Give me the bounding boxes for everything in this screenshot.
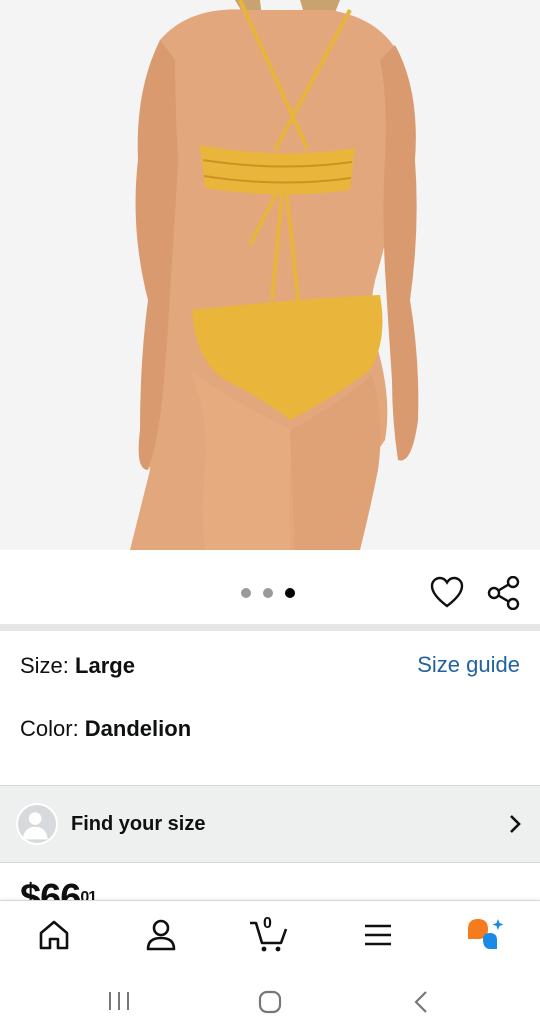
carousel-dots	[241, 588, 295, 598]
recent-apps-icon[interactable]	[106, 990, 132, 1012]
price-partial: $6601	[20, 880, 96, 902]
section-divider	[0, 624, 540, 631]
account-icon[interactable]	[141, 917, 181, 953]
menu-icon[interactable]	[357, 917, 397, 953]
product-photo	[0, 0, 540, 550]
product-image[interactable]	[0, 0, 540, 550]
selected-size: Size: Large	[20, 653, 135, 679]
carousel-dot[interactable]	[263, 588, 273, 598]
cart-count-badge: 0	[263, 915, 272, 932]
home-icon[interactable]	[34, 917, 74, 953]
color-value: Dandelion	[84, 716, 192, 741]
size-value: Large	[75, 653, 135, 678]
home-circle-icon[interactable]	[257, 990, 283, 1014]
system-navigation-bar	[0, 970, 540, 1034]
size-guide-link[interactable]: Size guide	[417, 652, 520, 678]
carousel-dot[interactable]	[241, 588, 251, 598]
heart-icon[interactable]	[429, 576, 465, 610]
carousel-dot-active[interactable]	[285, 588, 295, 598]
size-label: Size:	[20, 653, 76, 678]
bottom-nav-bar: 0	[0, 900, 540, 970]
find-your-size-button[interactable]: Find your size	[0, 785, 540, 863]
avatar-icon	[16, 803, 58, 845]
cart-icon[interactable]: 0	[248, 915, 288, 953]
price-value: $66	[20, 880, 81, 902]
find-your-size-label: Find your size	[71, 813, 206, 835]
color-label: Color:	[20, 716, 85, 741]
rufus-assistant-icon[interactable]	[465, 917, 505, 953]
share-icon[interactable]	[486, 575, 522, 611]
back-icon[interactable]	[410, 990, 432, 1014]
selected-color: Color: Dandelion	[20, 716, 191, 742]
image-carousel-controls	[0, 550, 540, 626]
chevron-right-icon	[510, 815, 521, 833]
